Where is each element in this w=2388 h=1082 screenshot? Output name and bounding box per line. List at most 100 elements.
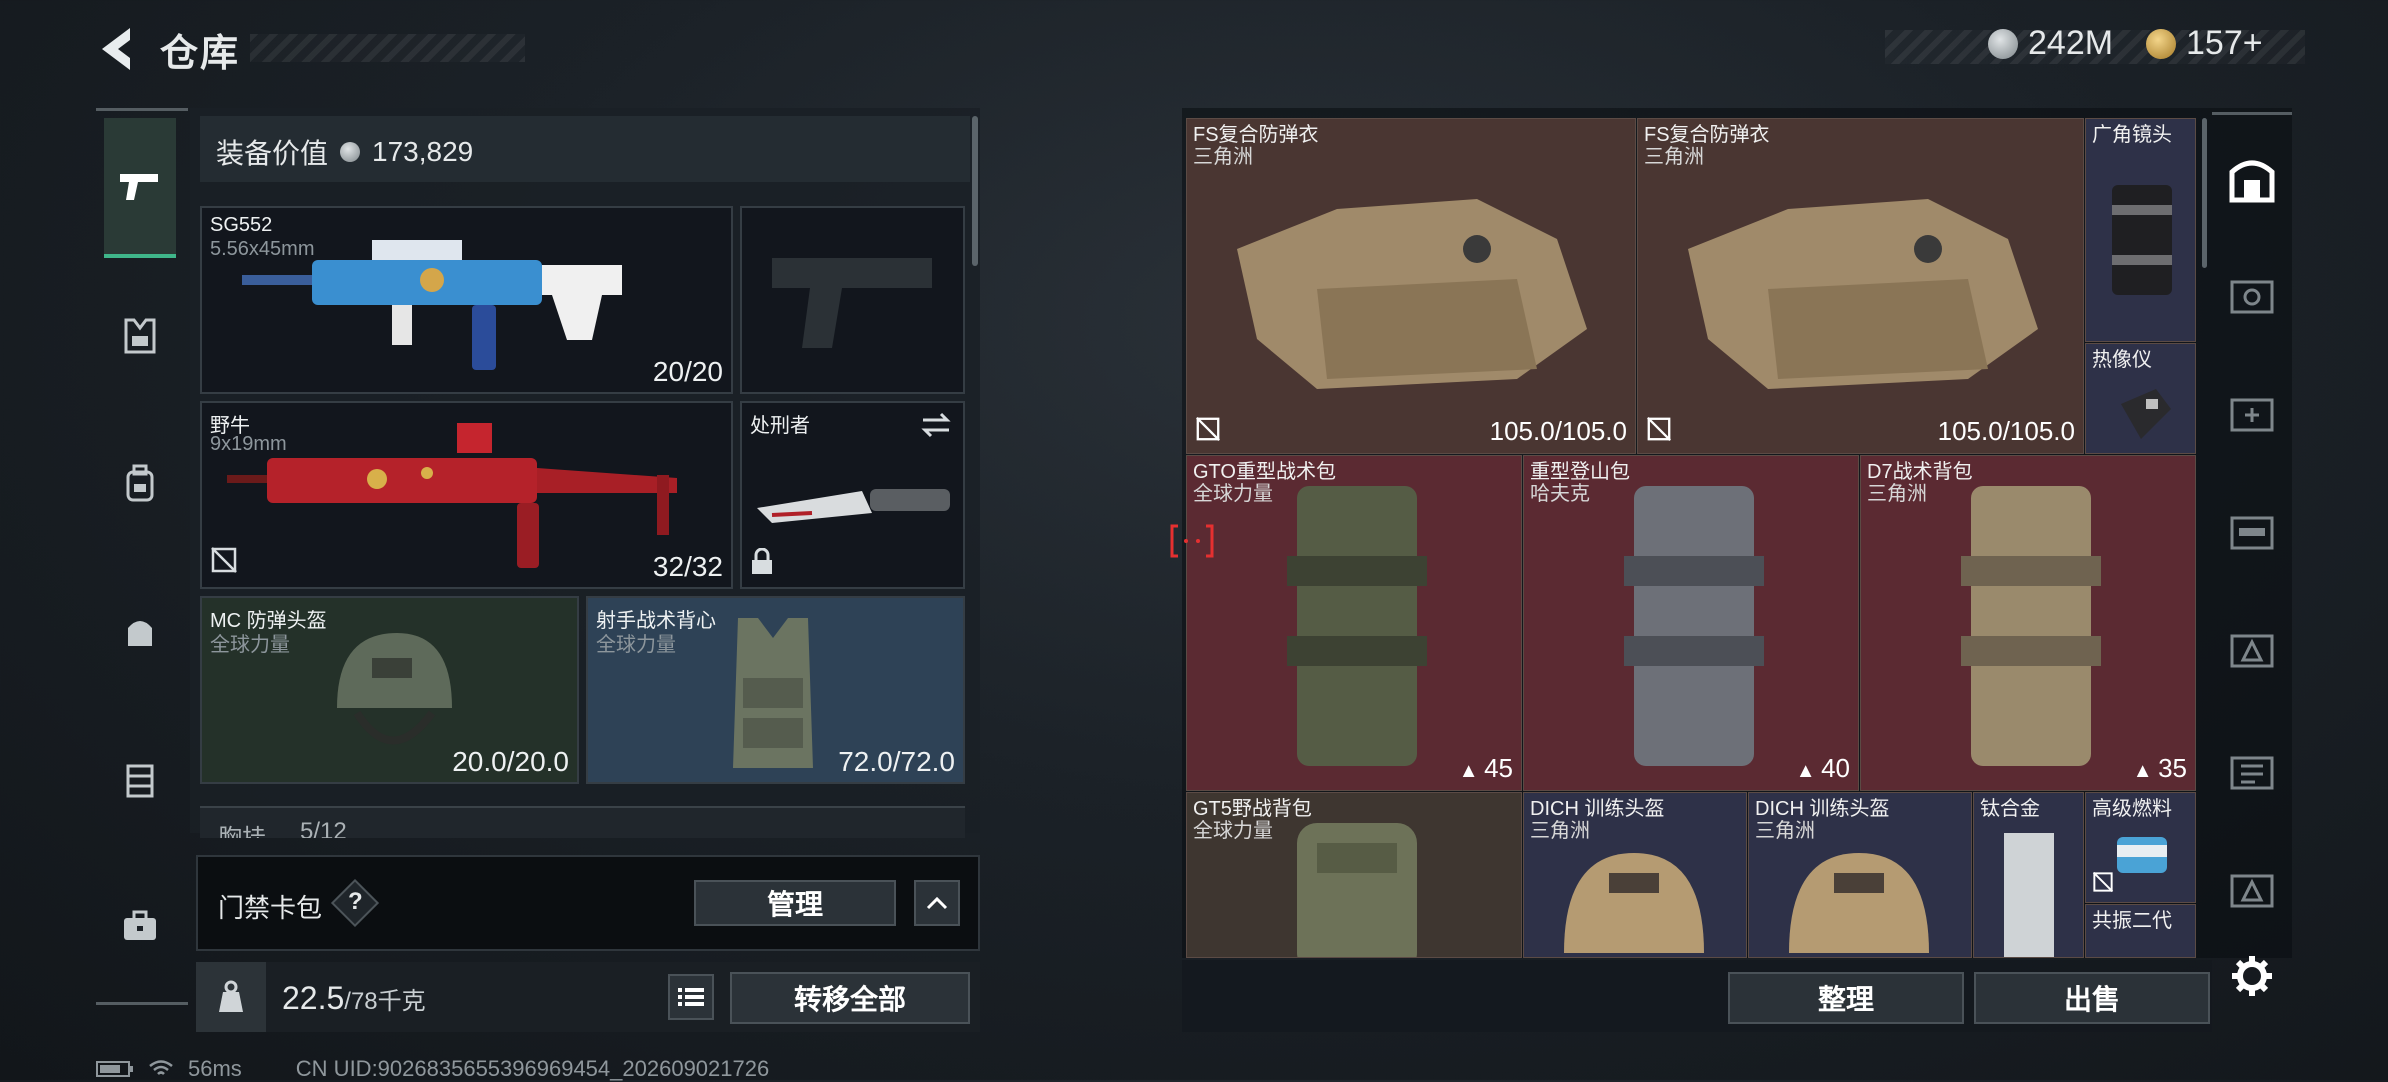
triangle-box-icon xyxy=(2230,634,2274,668)
assault-rifle-icon xyxy=(242,240,622,370)
slot-secondary-empty[interactable] xyxy=(740,206,965,394)
nav-storage-4[interactable] xyxy=(2220,618,2284,682)
gear-icon xyxy=(2232,956,2272,996)
inventory-item-fuel[interactable]: 高级燃料 xyxy=(2085,792,2196,903)
slot-primary-weapon[interactable]: SG552 5.56x45mm 20/20 xyxy=(200,206,733,394)
equipment-value: 装备价值 173,829 xyxy=(216,136,474,169)
nav-weapon[interactable] xyxy=(104,118,176,258)
not-sellable-icon xyxy=(210,546,238,579)
chest-rig-row[interactable]: 胸挂 5/12 xyxy=(200,806,965,838)
inventory-item-backpack[interactable]: D7战术背包 三角洲 ▲ 35 xyxy=(1860,455,2196,791)
training-helmet-icon xyxy=(1789,853,1929,953)
inventory-item-body-armor[interactable]: FS复合防弹衣 三角洲 105.0/105.0 xyxy=(1637,118,2084,454)
nav-storage-3[interactable] xyxy=(2220,500,2284,564)
pouch-icon xyxy=(128,621,152,646)
drag-target-marker xyxy=(1168,522,1216,560)
weapon-rack-icon xyxy=(2230,516,2274,550)
weight-readout: 22.5/78千克 xyxy=(282,980,426,1016)
equipment-scrollbar[interactable] xyxy=(972,116,978,266)
inventory-item-helmet[interactable]: DICH 训练头盔 三角洲 xyxy=(1523,792,1747,958)
body-armor-icon xyxy=(1237,199,1587,389)
body-armor-icon xyxy=(1688,199,2038,389)
collapse-button[interactable] xyxy=(914,880,960,926)
nav-backpack[interactable] xyxy=(104,448,176,520)
slot-vest[interactable]: 射手战术背心 全球力量 72.0/72.0 xyxy=(586,596,965,784)
silver-coin-icon xyxy=(340,142,361,162)
title-decoration xyxy=(250,34,525,62)
slot-helmet[interactable]: MC 防弹头盔 全球力量 20.0/20.0 xyxy=(200,596,579,784)
manage-button[interactable]: 管理 xyxy=(694,880,896,926)
inventory-scrollbar[interactable] xyxy=(2202,118,2207,268)
inventory-item-backpack[interactable]: GTO重型战术包 全球力量 ▲ 45 xyxy=(1186,455,1522,791)
left-rail-bottom-line xyxy=(96,1002,188,1005)
gold-coin-icon xyxy=(2146,28,2176,59)
nav-briefcase[interactable] xyxy=(104,890,176,962)
wifi-icon xyxy=(149,1060,173,1075)
pistol-placeholder-icon xyxy=(772,258,932,348)
chevron-up-icon xyxy=(926,896,948,910)
nav-storage-6[interactable] xyxy=(2220,858,2284,922)
warehouse-icon xyxy=(2229,160,2275,203)
inventory-item-wide-lens[interactable]: 广角镜头 xyxy=(2085,118,2196,342)
right-rail-line xyxy=(2212,112,2292,115)
weight-icon xyxy=(219,980,243,1012)
weight-icon-box xyxy=(196,962,266,1032)
lens-icon xyxy=(2112,185,2172,295)
page-title: 仓库 xyxy=(160,33,241,75)
file-box-icon xyxy=(2230,756,2274,790)
inventory-item-titanium[interactable]: 钛合金 xyxy=(1973,792,2084,958)
nav-storage-1[interactable] xyxy=(2220,264,2284,328)
inventory-item-backpack[interactable]: GT5野战背包 全球力量 xyxy=(1186,792,1522,958)
backpack-tan-icon xyxy=(1961,486,2101,766)
backpack-gray-icon xyxy=(1624,486,1764,766)
nav-container[interactable] xyxy=(104,744,176,816)
help-icon: ? xyxy=(348,888,363,915)
inventory-item-backpack[interactable]: 重型登山包 哈夫克 ▲ 40 xyxy=(1523,455,1859,791)
smg-icon xyxy=(227,423,677,568)
settings-button[interactable] xyxy=(2220,944,2284,1008)
vest-icon xyxy=(124,318,156,354)
sort-button[interactable]: 整理 xyxy=(1728,972,1964,1024)
storage-box-icon xyxy=(2230,280,2274,314)
inventory-item-body-armor[interactable]: FS复合防弹衣 三角洲 105.0/105.0 xyxy=(1186,118,1636,454)
weight-small-icon: ▲ xyxy=(1458,760,1485,782)
backpack-green-icon xyxy=(1287,486,1427,766)
status-bar: 56ms CN UID:9026835655396969454_20260902… xyxy=(96,1056,769,1082)
helmet-icon xyxy=(337,633,452,745)
not-sellable-icon xyxy=(1195,416,1221,447)
knife-icon xyxy=(757,489,950,523)
slot-smg[interactable]: 野牛 9x19mm 32/32 xyxy=(200,401,733,589)
left-rail-top-line xyxy=(96,108,188,111)
list-icon xyxy=(678,988,704,1006)
back-arrow-icon xyxy=(102,28,130,70)
currency-gold[interactable]: 157+ xyxy=(2146,24,2263,63)
transfer-all-button[interactable]: 转移全部 xyxy=(730,972,970,1024)
inventory-item-resonator[interactable]: 共振二代 xyxy=(2085,904,2196,958)
not-sellable-icon xyxy=(2092,871,2114,898)
tactical-vest-icon xyxy=(733,618,813,768)
lock-icon xyxy=(750,547,774,581)
sell-button[interactable]: 出售 xyxy=(1974,972,2210,1024)
currency-silver[interactable]: 242M xyxy=(1988,24,2113,63)
case-icon xyxy=(126,764,154,798)
fuel-can-icon xyxy=(2117,837,2167,873)
weight-small-icon: ▲ xyxy=(1795,760,1822,782)
keycard-label: 门禁卡包 xyxy=(218,893,323,923)
back-button[interactable] xyxy=(92,22,142,76)
list-view-button[interactable] xyxy=(668,974,714,1020)
nav-storage-2[interactable] xyxy=(2220,382,2284,446)
nav-storage-5[interactable] xyxy=(2220,740,2284,804)
inventory-item-helmet[interactable]: DICH 训练头盔 三角洲 xyxy=(1748,792,1972,958)
thermal-device-icon xyxy=(2121,389,2171,439)
triangle-box-icon xyxy=(2230,874,2274,908)
battery-icon xyxy=(96,1061,133,1077)
silver-coin-icon xyxy=(1988,28,2018,59)
nav-pouch[interactable] xyxy=(104,596,176,668)
nav-warehouse[interactable] xyxy=(2220,148,2284,212)
inventory-item-thermal[interactable]: 热像仪 xyxy=(2085,343,2196,454)
weight-small-icon: ▲ xyxy=(2132,760,2159,782)
swap-icon[interactable] xyxy=(919,411,953,444)
slot-melee[interactable]: 处刑者 xyxy=(740,401,965,589)
pistol-icon xyxy=(120,174,158,200)
nav-armor[interactable] xyxy=(104,300,176,372)
